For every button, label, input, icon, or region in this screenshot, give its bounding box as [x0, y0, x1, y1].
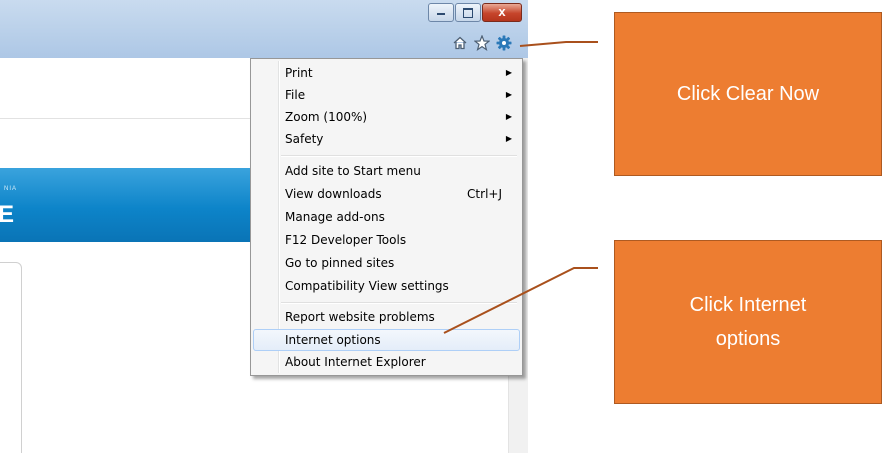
callout-text: Click Internet options — [690, 288, 807, 356]
connector-line-internet-options — [443, 267, 598, 334]
callout-internet-options: Click Internet options — [614, 240, 882, 404]
callout-clear-now: Click Clear Now — [614, 12, 882, 176]
callout-line: Click Internet — [689, 294, 807, 316]
connector-line-gear — [519, 41, 598, 47]
callout-line: options — [715, 328, 781, 350]
callout-text: Click Clear Now — [676, 83, 820, 105]
